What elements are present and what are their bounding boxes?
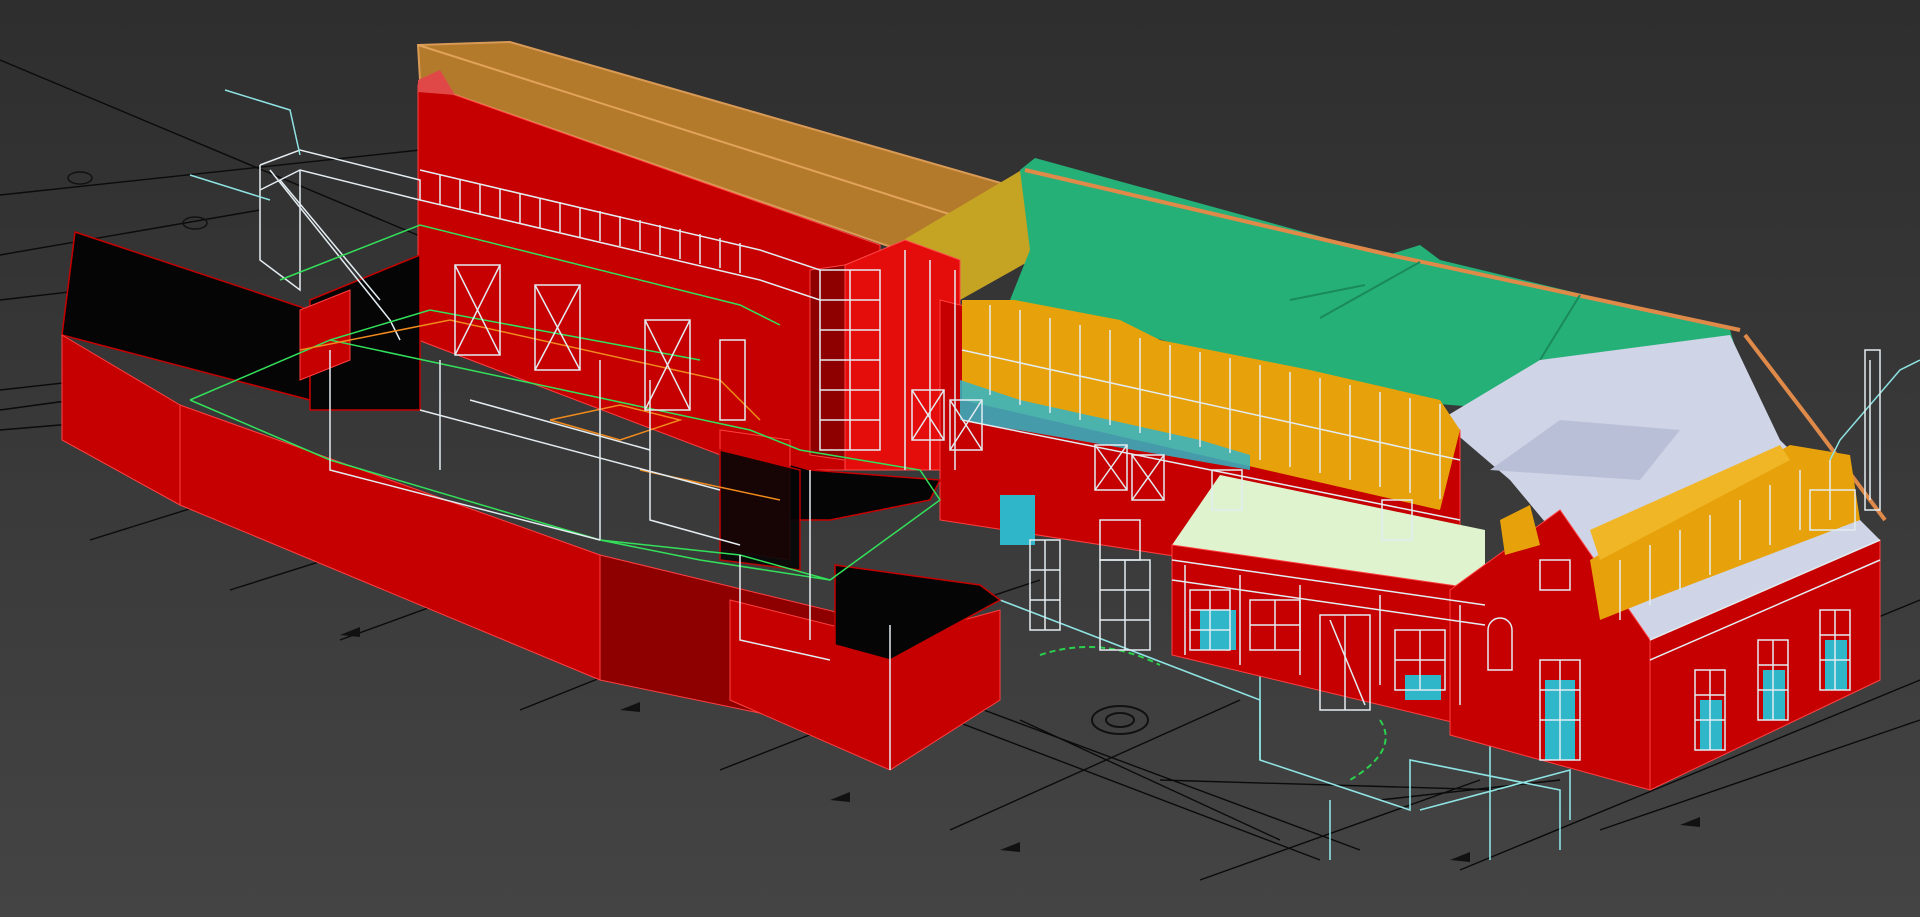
left-front-wall[interactable] <box>179 404 601 681</box>
3d-viewport[interactable] <box>0 0 1920 917</box>
scene-canvas[interactable] <box>0 0 1920 917</box>
left-black-box-2[interactable] <box>719 449 801 571</box>
rear-tower-side[interactable] <box>809 264 846 461</box>
